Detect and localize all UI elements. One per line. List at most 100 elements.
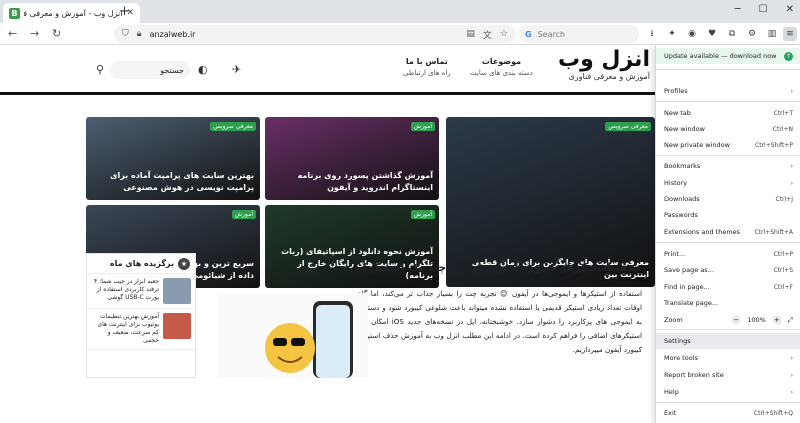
post-thumbnail[interactable] xyxy=(163,313,191,339)
list-item[interactable]: آموزش بهترین تنظیمات یوتیوب برای اینترنت… xyxy=(87,309,195,351)
account-icon[interactable]: ◉ xyxy=(685,27,699,41)
list-item[interactable]: جعبه ابزار در جیب شما: ۴ ترفند کاربردی ا… xyxy=(87,274,195,309)
menu-separator xyxy=(656,155,800,156)
reader-view-icon[interactable]: ▤ xyxy=(466,29,475,39)
menu-topics-title: موضوعات xyxy=(481,57,522,66)
search-input[interactable]: Search xyxy=(538,30,565,39)
menu-item-shortcut: › xyxy=(790,354,793,362)
menu-item-history[interactable]: History › xyxy=(656,175,800,191)
menu-item-new-tab[interactable]: New tab Ctrl+T xyxy=(656,105,800,121)
post-card[interactable]: آموزش آموزش گذاشتن پسورد روی برنامه اینس… xyxy=(265,117,439,200)
menu-item-extensions-and-themes[interactable]: Extensions and themes Ctrl+Shift+A xyxy=(656,224,800,240)
fullscreen-icon[interactable]: ⤢ xyxy=(788,316,793,325)
telegram-icon[interactable]: ✈ xyxy=(232,63,241,76)
theme-toggle-icon[interactable]: ◐ xyxy=(198,63,208,76)
article-image[interactable] xyxy=(218,293,368,378)
zoom-controls: − 100% + ⤢ xyxy=(731,315,793,325)
menu-item-label: Bookmarks xyxy=(664,162,701,170)
menu-item-save-page-as[interactable]: Save page as... Ctrl+S xyxy=(656,262,800,278)
zoom-label: Zoom xyxy=(664,316,683,324)
post-card[interactable]: معرفی سرویس بهترین سایت های پرامپت آماده… xyxy=(86,117,260,200)
menu-contact[interactable]: تماس با ما راه های ارتباطی xyxy=(403,57,451,77)
bookmark-star-icon[interactable]: ☆ xyxy=(500,29,508,39)
zoom-value[interactable]: 100% xyxy=(747,316,766,324)
menu-item-label: Profiles xyxy=(664,87,688,95)
post-title[interactable]: بهترین سایت های پرامپت آماده برای پرامپت… xyxy=(92,170,254,194)
menu-separator xyxy=(656,242,800,243)
zoom-out-button[interactable]: − xyxy=(731,315,742,325)
article-title[interactable]: حذف استیکر از کیبورد آیفون (یک یا چند پک… xyxy=(363,261,642,274)
post-link[interactable]: جعبه ابزار در جیب شما: ۴ ترفند کاربردی ا… xyxy=(91,278,159,304)
sidebar-icon[interactable]: ▥ xyxy=(765,27,779,41)
post-category-badge[interactable]: آموزش xyxy=(410,210,435,219)
update-icon: ↑ xyxy=(784,51,793,61)
reload-button[interactable]: ↻ xyxy=(52,27,61,40)
lock-icon[interactable]: 🔒︎ xyxy=(137,29,142,39)
menu-item-shortcut: › xyxy=(790,371,793,379)
menu-item-label: Print... xyxy=(664,250,686,258)
menu-item-shortcut: › xyxy=(790,388,793,396)
menu-item-help[interactable]: Help › xyxy=(656,384,800,400)
shield-icon[interactable]: ⛉ xyxy=(122,29,129,39)
url-text[interactable]: anzalweb.ir xyxy=(150,30,459,39)
new-tab-button[interactable]: + xyxy=(119,4,130,19)
menu-item-downloads[interactable]: Downloads Ctrl+J xyxy=(656,191,800,207)
menu-item-label: New private window xyxy=(664,141,730,149)
site-search-input[interactable]: جستجو xyxy=(110,61,190,79)
menu-separator xyxy=(656,69,800,70)
search-engine-icon[interactable]: G xyxy=(525,30,532,39)
search-box[interactable]: G Search xyxy=(519,25,639,43)
popular-posts-widget: برگزیده های ماه ★ جعبه ابزار در جیب شما:… xyxy=(86,253,196,378)
post-category-badge[interactable]: معرفی سرویس xyxy=(605,122,651,131)
update-label: Update available — download now xyxy=(664,52,777,60)
maximize-button[interactable]: ☐ xyxy=(759,4,768,15)
menu-item-more-tools[interactable]: More tools › xyxy=(656,350,800,366)
site-favicon-icon: B xyxy=(9,7,20,19)
menu-item-shortcut: Ctrl+Shift+Q xyxy=(753,409,793,417)
post-title[interactable]: آموزش گذاشتن پسورد روی برنامه اینستاگرام… xyxy=(271,170,433,194)
menu-item-shortcut: Ctrl+F xyxy=(773,283,793,291)
menu-item-shortcut: Ctrl+N xyxy=(772,125,793,133)
extension-icon[interactable]: ✦ xyxy=(665,27,679,41)
menu-item-find-in-page[interactable]: Find in page... Ctrl+F xyxy=(656,279,800,295)
menu-item-label: History xyxy=(664,179,688,187)
zoom-in-button[interactable]: + xyxy=(771,315,782,325)
post-category-badge[interactable]: آموزش xyxy=(410,122,435,131)
menu-item-shortcut: Ctrl+J xyxy=(775,195,793,203)
menu-item-translate-page[interactable]: Translate page... xyxy=(656,295,800,311)
heart-icon[interactable]: ♥ xyxy=(705,27,719,41)
translate-icon[interactable]: 文 xyxy=(483,28,492,41)
menu-item-shortcut: › xyxy=(790,87,793,95)
menu-item-settings[interactable]: Settings xyxy=(656,333,800,349)
menu-item-shortcut: Ctrl+P xyxy=(773,250,793,258)
close-window-button[interactable]: ✕ xyxy=(786,4,794,15)
search-icon[interactable]: ⚲ xyxy=(96,63,104,76)
address-bar[interactable]: ⛉ 🔒︎ anzalweb.ir ▤ 文 ☆ xyxy=(114,25,516,43)
menu-item-print[interactable]: Print... Ctrl+P xyxy=(656,246,800,262)
back-button[interactable]: ← xyxy=(8,27,17,40)
menu-item-label: Downloads xyxy=(664,195,700,203)
puzzle-icon[interactable]: ⧉ xyxy=(725,27,739,41)
menu-item-profiles[interactable]: Profiles › xyxy=(656,83,800,99)
update-available-item[interactable]: Update available — download now ↑ xyxy=(656,48,800,64)
post-thumbnail[interactable] xyxy=(163,278,191,304)
menu-item-new-window[interactable]: New window Ctrl+N xyxy=(656,121,800,137)
downloads-icon[interactable]: ⭳ xyxy=(645,27,659,41)
minimize-button[interactable]: ─ xyxy=(735,4,741,15)
star-icon: ★ xyxy=(178,257,190,270)
menu-icon[interactable]: ≡ xyxy=(783,27,797,41)
forward-button[interactable]: → xyxy=(30,27,39,40)
extensions-icon[interactable]: ⚙ xyxy=(745,27,759,41)
menu-item-report-broken-site[interactable]: Report broken site › xyxy=(656,367,800,383)
menu-item-passwords[interactable]: Passwords xyxy=(656,207,800,223)
site-logo[interactable]: انزل وب آموزش و معرفی فناوری xyxy=(558,47,650,81)
menu-item-exit[interactable]: Exit Ctrl+Shift+Q xyxy=(656,405,800,421)
menu-item-new-private-window[interactable]: New private window Ctrl+Shift+P xyxy=(656,137,800,153)
menu-topics-sub: دسته بندی های سایت xyxy=(470,69,533,77)
post-category-badge[interactable]: معرفی سرویس xyxy=(210,122,256,131)
menu-item-label: New tab xyxy=(664,109,691,117)
post-category-badge[interactable]: آموزش xyxy=(231,210,256,219)
post-link[interactable]: آموزش بهترین تنظیمات یوتیوب برای اینترنت… xyxy=(91,313,159,345)
menu-item-bookmarks[interactable]: Bookmarks › xyxy=(656,158,800,174)
menu-topics[interactable]: موضوعات دسته بندی های سایت xyxy=(470,57,533,77)
